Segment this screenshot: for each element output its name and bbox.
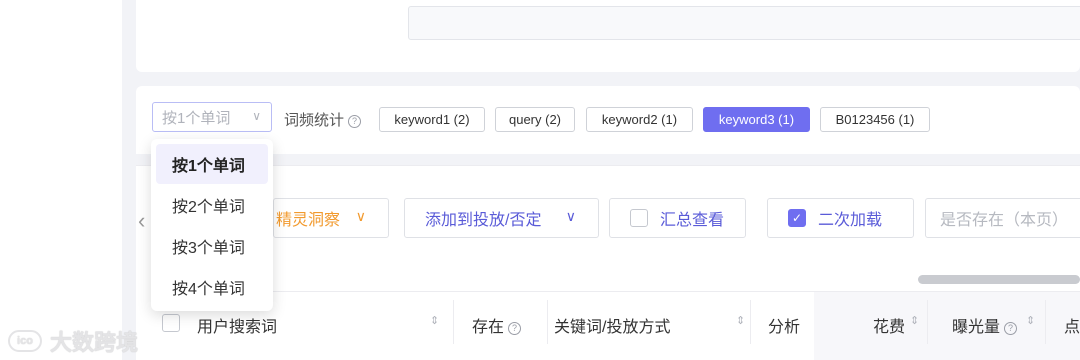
chevron-down-icon: ∨ — [252, 109, 261, 123]
tag-label: keyword3 (1) — [718, 112, 795, 127]
watermark-text: 大数跨境 — [50, 330, 139, 355]
column-divider — [547, 300, 548, 344]
tag-label: keyword1 (2) — [394, 112, 470, 127]
tag-keyword2[interactable]: keyword2 (1) — [586, 107, 693, 132]
header-exists-cell[interactable]: 存在? — [472, 313, 522, 337]
help-icon[interactable]: ? — [348, 114, 362, 128]
chevron-down-icon: ∨ — [565, 208, 576, 224]
tag-query[interactable]: query (2) — [495, 107, 575, 132]
filter-panel: 按1个单词 ∨ 词频统计? keyword1 (2) query (2) key… — [136, 86, 1080, 154]
exists-filter-select[interactable]: 是否存在（本页） — [925, 198, 1080, 238]
dropdown-option-3-words[interactable]: 按3个单词 — [156, 226, 268, 266]
word-count-select[interactable]: 按1个单词 ∨ — [152, 102, 272, 132]
horizontal-scrollbar[interactable] — [918, 275, 1080, 284]
check-icon: ✓ — [791, 211, 803, 225]
top-panel — [136, 0, 1080, 72]
option-label: 按3个单词 — [172, 240, 245, 257]
select-all-checkbox[interactable] — [162, 314, 180, 332]
table-header: 用户搜索词 ⇕ 存在? 关键词/投放方式 ⇕ 分析 花费 ⇕ 曝光量? ⇕ 点 — [152, 291, 1080, 360]
option-label: 按4个单词 — [172, 281, 245, 298]
dropdown-option-1-word[interactable]: 按1个单词 — [156, 144, 268, 184]
summary-view-toggle[interactable]: 汇总查看 — [609, 198, 746, 238]
summary-view-label: 汇总查看 — [660, 212, 725, 229]
chevron-left-icon[interactable]: ‹ — [138, 208, 145, 234]
word-count-select-value: 按1个单词 — [162, 109, 231, 127]
header-shade — [814, 292, 1080, 360]
tag-label: query (2) — [508, 112, 562, 127]
add-to-campaign-label: 添加到投放/否定 — [425, 212, 542, 229]
header-search-term[interactable]: 用户搜索词 — [197, 313, 277, 337]
column-divider — [453, 300, 454, 344]
keyword-textarea[interactable] — [408, 6, 1080, 40]
results-panel: ‹ 精灵洞察 ∨ 添加到投放/否定 ∨ 汇总查看 ✓ 二次加载 是否存在（本页）… — [136, 165, 1080, 360]
option-label: 按2个单词 — [172, 199, 245, 216]
help-icon[interactable]: ? — [508, 321, 522, 335]
word-frequency-label: 词频统计? — [284, 109, 362, 130]
tag-label: keyword2 (1) — [601, 112, 678, 127]
column-divider — [1045, 300, 1046, 344]
header-analysis[interactable]: 分析 — [768, 313, 800, 337]
column-divider — [927, 300, 928, 344]
help-icon[interactable]: ? — [1004, 321, 1018, 335]
column-divider — [750, 300, 751, 344]
secondary-load-checkbox[interactable]: ✓ — [788, 209, 806, 227]
left-gutter — [0, 0, 122, 360]
watermark-logo: ico 大数跨境 — [8, 325, 138, 357]
header-clicks[interactable]: 点 — [1064, 313, 1080, 337]
option-label: 按1个单词 — [172, 158, 245, 175]
panel-divider — [136, 165, 1080, 166]
header-exists: 存在 — [472, 319, 505, 336]
header-impressions-cell[interactable]: 曝光量? — [952, 313, 1018, 337]
word-count-dropdown: 按1个单词 按2个单词 按3个单词 按4个单词 — [151, 139, 273, 311]
tag-asin[interactable]: B0123456 (1) — [820, 107, 930, 132]
header-impressions: 曝光量 — [952, 319, 1001, 336]
header-cost[interactable]: 花费 — [873, 313, 905, 337]
chevron-down-icon: ∨ — [355, 208, 366, 224]
tag-keyword1[interactable]: keyword1 (2) — [379, 107, 485, 132]
add-to-campaign-button[interactable]: 添加到投放/否定 ∨ — [404, 198, 599, 238]
exists-filter-placeholder: 是否存在（本页） — [940, 212, 1069, 229]
tag-keyword3[interactable]: keyword3 (1) — [703, 107, 810, 132]
sort-icon[interactable]: ⇕ — [1026, 314, 1035, 327]
sort-icon[interactable]: ⇕ — [736, 314, 745, 327]
dropdown-option-2-words[interactable]: 按2个单词 — [156, 185, 268, 225]
dropdown-option-4-words[interactable]: 按4个单词 — [156, 267, 268, 307]
insight-label: 精灵洞察 — [276, 212, 341, 229]
header-keyword-mode[interactable]: 关键词/投放方式 — [554, 313, 670, 337]
secondary-load-label: 二次加载 — [818, 212, 883, 229]
sort-icon[interactable]: ⇕ — [910, 314, 919, 327]
secondary-load-toggle[interactable]: ✓ 二次加载 — [767, 198, 914, 238]
insight-button[interactable]: 精灵洞察 ∨ — [273, 198, 389, 238]
logo-icon: ico — [8, 330, 42, 352]
summary-view-checkbox[interactable] — [630, 209, 648, 227]
word-frequency-text: 词频统计 — [284, 112, 345, 129]
tag-label: B0123456 (1) — [835, 112, 915, 127]
sort-icon[interactable]: ⇕ — [430, 314, 439, 327]
